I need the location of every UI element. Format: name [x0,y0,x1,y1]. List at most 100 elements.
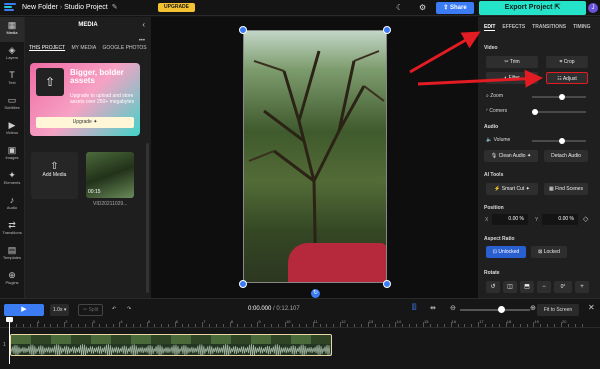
rail-item-elements[interactable]: ✦ Elements [0,167,24,192]
adjust-button[interactable]: ☷ Adjust [546,72,588,84]
media-clip-thumbnail[interactable]: 00:15 [86,152,134,198]
position-x-input[interactable]: 0.00 % [492,214,528,225]
rail-label: Audio [6,205,18,210]
unlocked-button[interactable]: ⊡ Unlocked [486,246,526,258]
rail-item-layers[interactable]: ◈ Layers [0,42,24,67]
project-title[interactable]: Studio Project [64,4,108,11]
zoom-slider-knob[interactable] [558,94,565,100]
detach-audio-label: Detach Audio [551,153,581,159]
detach-audio-button[interactable]: Detach Audio [544,150,588,162]
crop-button[interactable]: ⌗ Crop [546,56,588,68]
tab-google-photos[interactable]: GOOGLE PHOTOS [103,45,147,51]
locked-button[interactable]: ⊠ Locked [531,246,567,258]
find-scenes-button[interactable]: ▦ Find Scenes [544,183,588,195]
promo-upgrade-button[interactable]: Upgrade ✦ [36,117,134,128]
fit-to-screen-button[interactable]: Fit to Screen [537,304,579,316]
ruler-tick-label: 18 [506,319,512,324]
close-icon[interactable]: ✕ [588,303,595,312]
clean-audio-button[interactable]: 🎙 Clean Audio ✦ [484,150,538,162]
ruler-tick [526,324,528,327]
rotate-handle-icon[interactable]: ↻ [311,289,320,298]
collapse-chevron-icon[interactable]: ‹ [142,20,145,29]
avatar[interactable]: J [588,3,598,13]
speed-selector[interactable]: 1.0x ▾ [50,304,70,316]
rail-item-audio[interactable]: ♪ Audio [0,192,24,217]
ruler-tick [554,324,556,327]
center-diamond-icon[interactable]: ◇ [583,215,588,223]
rail-item-subtitles[interactable]: ▭ Subtitles [0,92,24,117]
folder-link[interactable]: New Folder [22,4,58,11]
waveform-toggle-icon[interactable]: ⫿⫿ [412,304,416,312]
volume-slider[interactable] [532,138,586,144]
flip-vertical-icon[interactable]: ⬒ [520,281,534,293]
timeline-zoom-slider[interactable] [460,309,530,311]
zoom-in-icon[interactable]: ⊕ [530,304,536,312]
trim-button[interactable]: ✂ Trim [486,56,538,68]
split-button[interactable]: ✂ Split [78,304,104,316]
minus-icon[interactable]: − [537,281,551,293]
volume-icon: 🔈 [486,137,494,143]
templates-icon: ▤ [7,245,17,255]
add-media-button[interactable]: ⇧ Add Media [31,152,78,199]
rail-item-templates[interactable]: ▤ Templates [0,242,24,267]
video-preview[interactable] [243,30,387,283]
zoom-slider[interactable] [532,94,586,100]
rail-item-media[interactable]: ▦ Media [0,17,24,42]
video-track-clip[interactable] [10,334,332,356]
resize-handle-tl[interactable] [239,26,247,34]
zoom-out-icon[interactable]: ⊖ [450,304,456,312]
media-scrollbar[interactable] [146,143,149,293]
pencil-icon[interactable]: ✎ [112,4,118,11]
upgrade-button[interactable]: UPGRADE [158,3,196,12]
audio-section-title: Audio [484,124,499,130]
position-y-input[interactable]: 0.00 % [542,214,578,225]
more-icon[interactable]: ••• [139,38,145,44]
rotate-left-icon[interactable]: ↺ [486,281,500,293]
rail-item-plugins[interactable]: ⊕ Plugins [0,267,24,292]
tab-timing[interactable]: TIMING [573,24,591,30]
playhead[interactable] [9,318,10,364]
corners-slider[interactable] [532,109,586,115]
export-project-button[interactable]: Export Project ⇱ [479,1,586,15]
smart-cut-button[interactable]: ⚡ Smart Cut ✦ [486,183,538,195]
ruler-tick [250,324,252,327]
playhead-grip[interactable] [6,317,13,322]
filter-button[interactable]: ◐ Filter [486,72,538,84]
moon-icon[interactable]: ☾ [396,3,403,12]
timeline-zoom-knob[interactable] [498,306,505,313]
undo-icon[interactable]: ↶ [112,306,116,312]
tab-effects[interactable]: EFFECTS [502,24,525,30]
rail-label: Videos [5,130,19,135]
share-button[interactable]: ⇪ Share [436,2,474,14]
resize-handle-br[interactable] [383,280,391,288]
ruler-tick [181,324,183,327]
rotation-degree-input[interactable]: 0° [554,281,572,293]
resize-handle-bl[interactable] [239,280,247,288]
tab-edit[interactable]: EDIT [484,24,496,31]
flip-horizontal-icon[interactable]: ◫ [503,281,517,293]
corners-slider-knob[interactable] [532,109,538,115]
ruler-tick [257,322,259,327]
play-button[interactable]: ▶ [4,304,44,316]
timeline-ruler[interactable]: 01234567891011121314151617181920 [0,318,600,328]
images-icon: ▣ [7,145,17,155]
tab-this-project[interactable]: THIS PROJECT [29,45,65,51]
volume-row: 🔈 Volume [486,137,510,143]
fit-width-icon[interactable]: ⇹ [430,304,436,312]
rail-item-transitions[interactable]: ⇄ Transitions [0,217,24,242]
ruler-tick [464,324,466,327]
ruler-tick [457,324,459,327]
tab-my-media[interactable]: MY MEDIA [72,45,97,51]
kapwing-logo-icon[interactable] [4,3,16,13]
rail-item-text[interactable]: T Text [0,67,24,92]
rail-item-videos[interactable]: ▶ Videos [0,117,24,142]
plus-icon[interactable]: + [575,281,589,293]
ruler-tick [519,324,521,327]
resize-handle-tr[interactable] [383,26,391,34]
volume-slider-knob[interactable] [558,138,565,144]
tab-transitions[interactable]: TRANSITIONS [532,24,566,30]
redo-icon[interactable]: ↷ [127,306,131,312]
rail-item-images[interactable]: ▣ Images [0,142,24,167]
ruler-tick [271,324,273,327]
gear-icon[interactable]: ⚙ [419,3,426,12]
